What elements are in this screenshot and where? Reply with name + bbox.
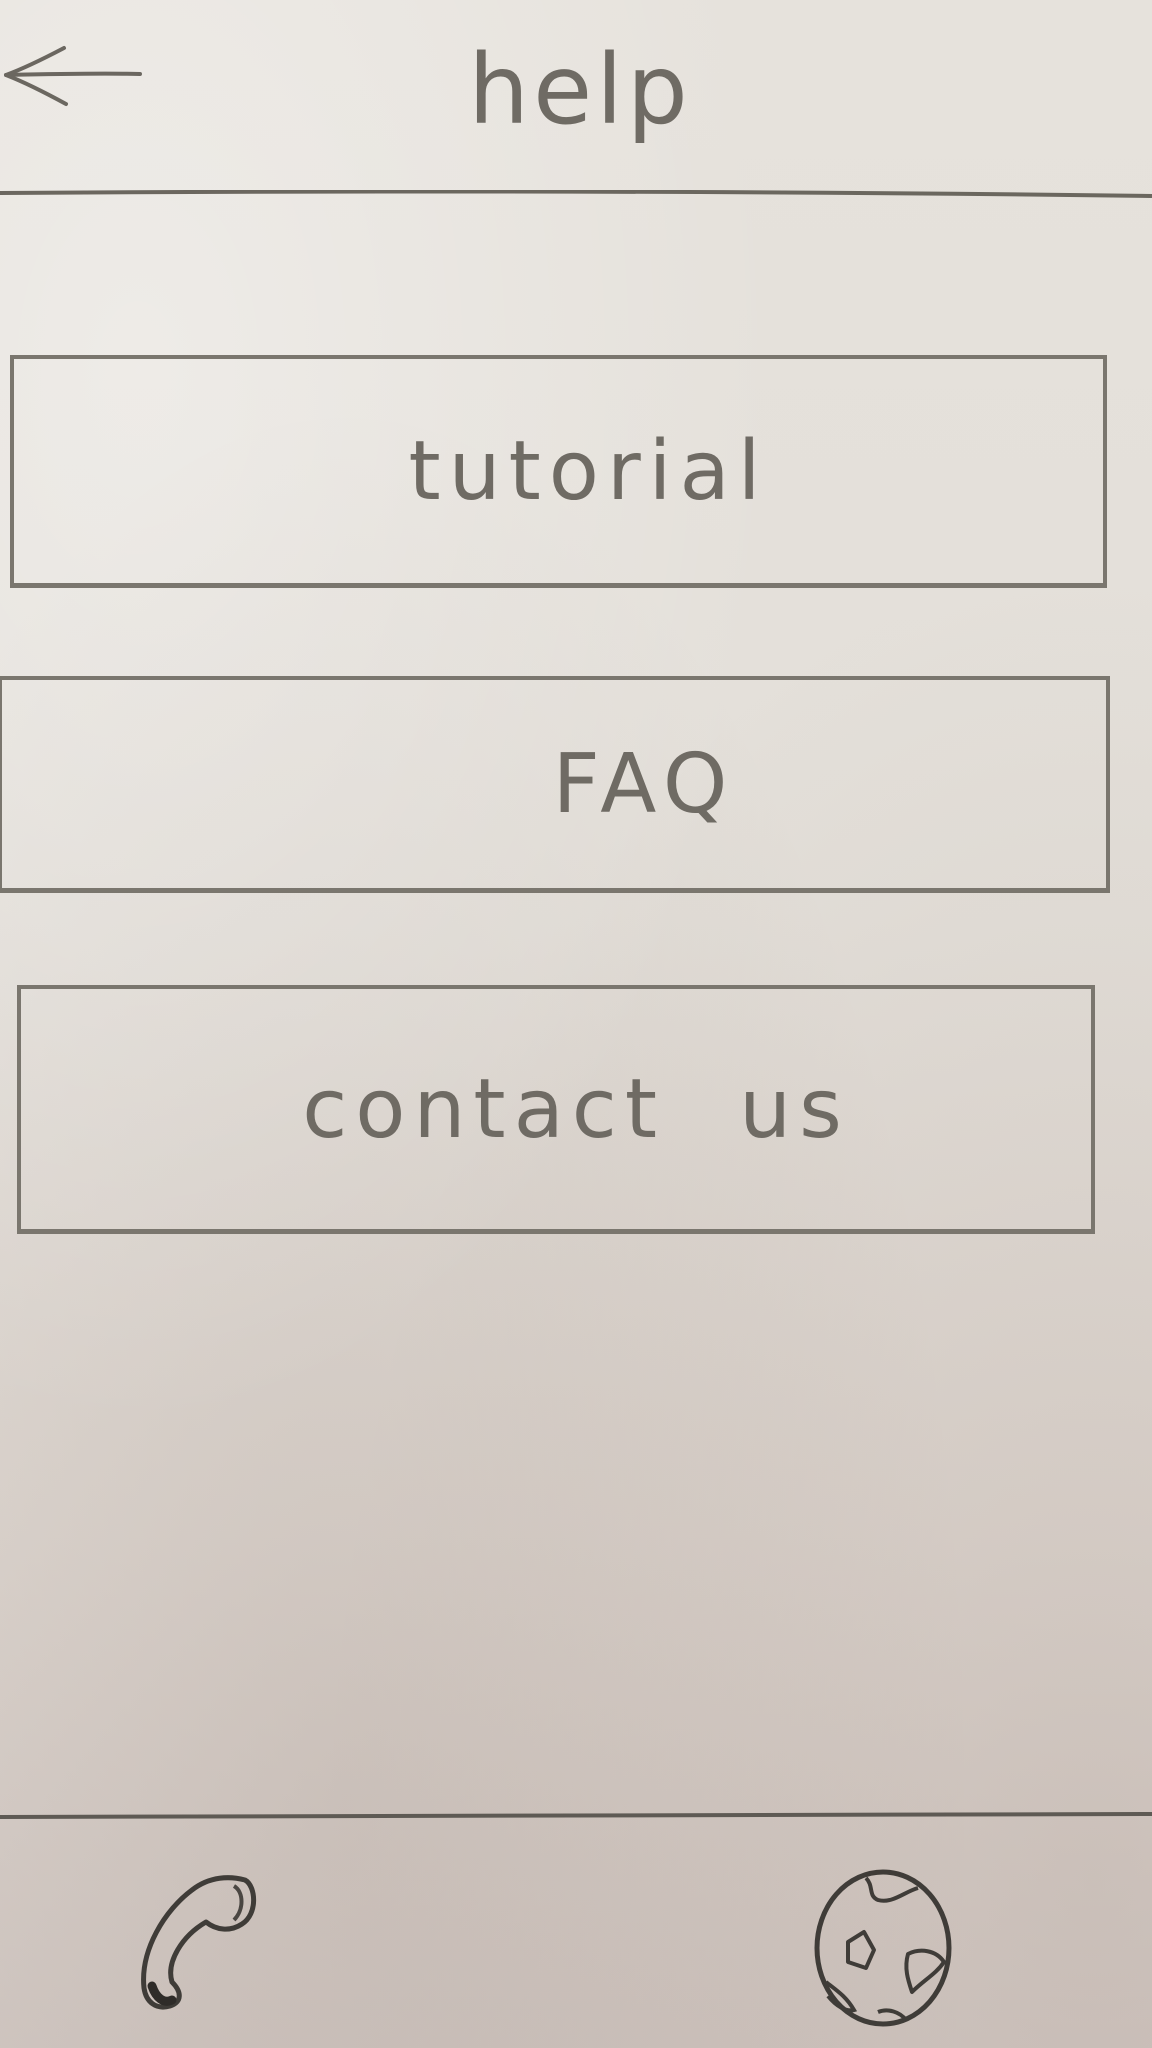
header: help bbox=[0, 0, 1152, 198]
contact-us-button-label: contact us bbox=[302, 1061, 850, 1157]
page-title: help bbox=[468, 34, 692, 146]
faq-button[interactable]: FAQ bbox=[0, 676, 1110, 893]
arrow-left-icon bbox=[4, 46, 142, 106]
tutorial-button[interactable]: tutorial bbox=[10, 355, 1107, 588]
phone-icon bbox=[141, 1875, 257, 2010]
faq-button-label: FAQ bbox=[552, 736, 736, 832]
tutorial-button-label: tutorial bbox=[408, 423, 769, 519]
call-button[interactable] bbox=[130, 1870, 280, 2020]
website-button[interactable] bbox=[808, 1862, 958, 2032]
globe-icon bbox=[814, 1869, 952, 2027]
contact-us-button[interactable]: contact us bbox=[17, 985, 1095, 1234]
bottom-divider bbox=[0, 1812, 1152, 1819]
bottom-navigation-bar bbox=[0, 1822, 1152, 2048]
back-button[interactable] bbox=[0, 40, 150, 110]
header-divider bbox=[0, 190, 1152, 198]
